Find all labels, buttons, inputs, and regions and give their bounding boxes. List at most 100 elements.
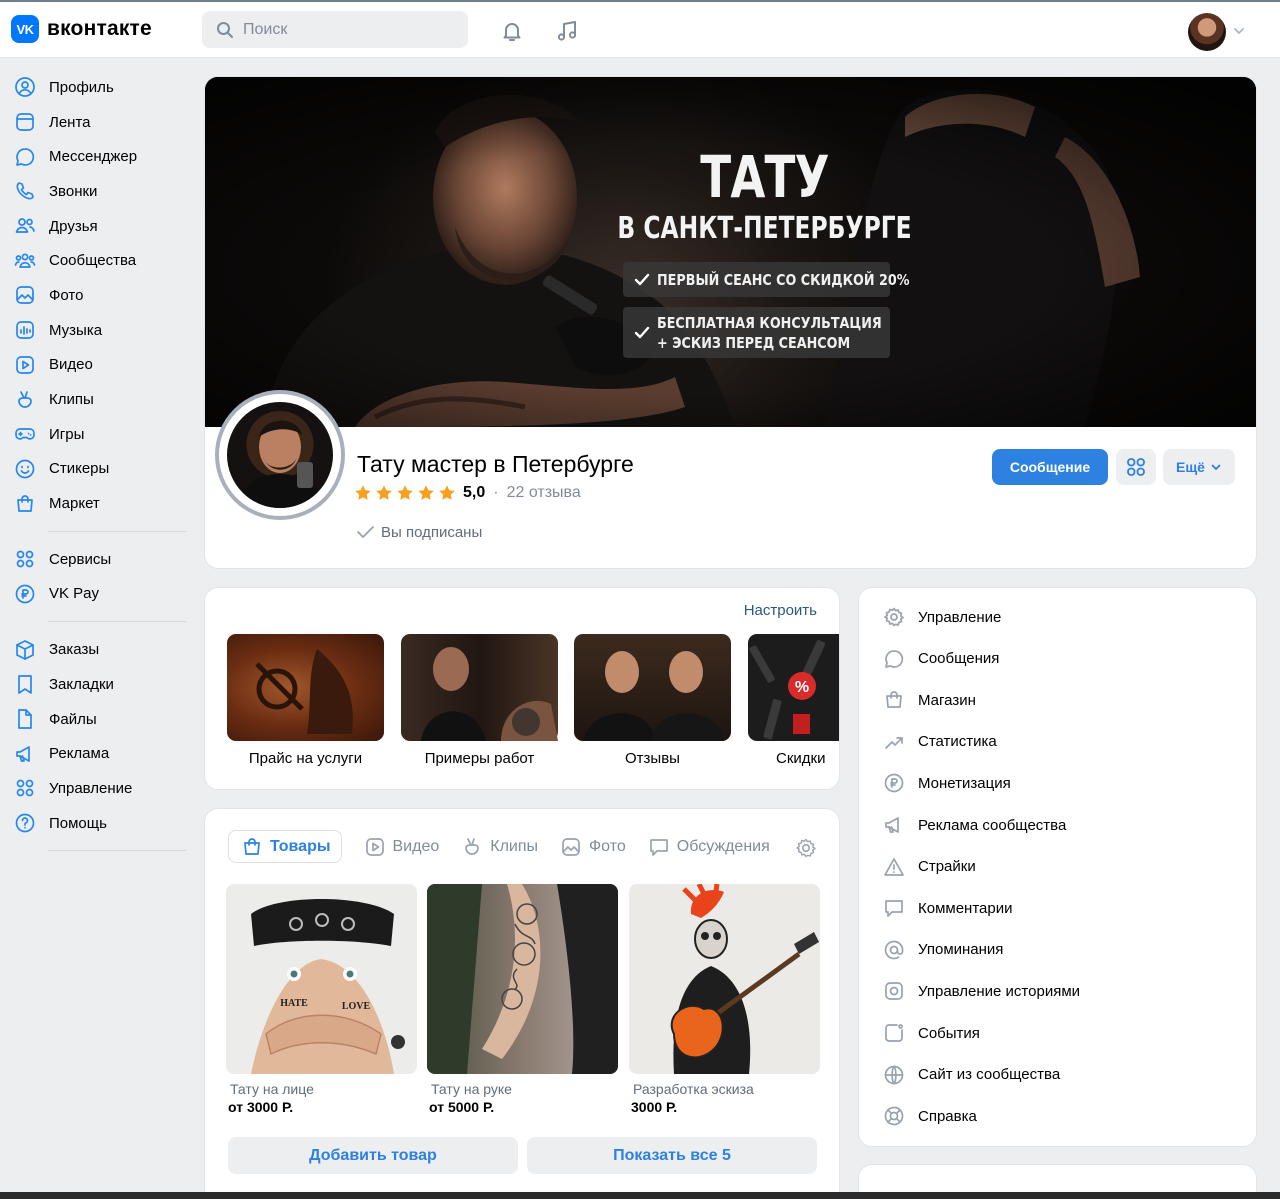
menu-item-globe[interactable]: Сайт из сообщества xyxy=(883,1063,1060,1087)
sidebar-item-games[interactable]: Игры xyxy=(0,417,200,452)
tab-label: Видео xyxy=(392,837,440,855)
highlights-card: Настроить Прайс на услуги Примеры работ … xyxy=(204,587,840,790)
tab-photo[interactable]: Фото xyxy=(560,830,626,863)
search-input[interactable] xyxy=(243,20,443,39)
highlight-thumbnail: % xyxy=(748,634,839,741)
menu-item-shop[interactable]: Магазин xyxy=(883,688,976,712)
checkmark-icon xyxy=(634,273,650,285)
tab-video[interactable]: Видео xyxy=(364,830,440,863)
content-tabs: Товары Видео Клипы Фото Обсуждения xyxy=(228,830,770,863)
sidebar-item-services[interactable]: Сервисы xyxy=(0,542,200,577)
sidebar-item-label: Файлы xyxy=(49,710,97,728)
sidebar-item-bookmarks[interactable]: Закладки xyxy=(0,667,200,702)
sidebar-item-label: Сообщества xyxy=(49,252,137,270)
bell-icon xyxy=(503,23,521,41)
sidebar-item-stickers[interactable]: Стикеры xyxy=(0,452,200,487)
highlight-works[interactable]: Примеры работ xyxy=(401,634,558,767)
menu-item-label: События xyxy=(918,1024,980,1042)
menu-item-events[interactable]: События xyxy=(883,1021,980,1045)
menu-item-label: Сайт из сообщества xyxy=(918,1066,1061,1084)
highlight-reviews[interactable]: Отзывы xyxy=(574,634,731,767)
product-name: Разработка эскиза xyxy=(633,1081,754,1097)
tab-discussion[interactable]: Обсуждения xyxy=(648,830,770,863)
tab-clips[interactable]: Клипы xyxy=(461,830,538,863)
menu-item-comment[interactable]: Комментарии xyxy=(883,896,1012,920)
product-card-face[interactable]: HATE LOVE Тату на лице от 3000 Р. xyxy=(226,884,417,1115)
menu-item-message[interactable]: Сообщения xyxy=(883,647,999,671)
sidebar-item-communities[interactable]: Сообщества xyxy=(0,243,200,278)
highlight-price[interactable]: Прайс на услуги xyxy=(227,634,384,767)
product-card-arm[interactable]: Тату на руке от 5000 Р. xyxy=(427,884,618,1115)
sidebar-item-manage[interactable]: Управление xyxy=(0,771,200,806)
star-icon xyxy=(397,485,413,500)
sidebar-divider xyxy=(48,530,186,532)
highlight-thumbnail xyxy=(574,634,731,741)
vk-logo[interactable]: VK вконтакте xyxy=(11,15,152,43)
music-button[interactable] xyxy=(553,17,581,45)
sidebar-item-music[interactable]: Музыка xyxy=(0,313,200,348)
menu-item-megaphone[interactable]: Реклама сообщества xyxy=(883,813,1066,837)
message-button[interactable]: Сообщение xyxy=(992,449,1108,485)
notifications-button[interactable] xyxy=(498,17,526,45)
user-avatar[interactable] xyxy=(1188,13,1226,51)
apps-button[interactable] xyxy=(1116,449,1156,485)
community-header-card: ТАТУ В САНКТ-ПЕТЕРБУРГЕ ПЕРВЫЙ СЕАНС СО … xyxy=(204,76,1257,569)
product-price: 3000 Р. xyxy=(631,1099,678,1115)
video-icon xyxy=(16,355,34,374)
sidebar-item-ads[interactable]: Реклама xyxy=(0,736,200,771)
menu-item-ruble[interactable]: Монетизация xyxy=(883,771,1011,795)
menu-item-lifebuoy[interactable]: Справка xyxy=(883,1104,977,1128)
sidebar-item-messenger[interactable]: Мессенджер xyxy=(0,139,200,174)
cover-subtitle: В САНКТ-ПЕТЕРБУРГЕ xyxy=(617,211,912,246)
configure-link[interactable]: Настроить xyxy=(744,602,817,619)
sidebar-item-label: Сервисы xyxy=(49,550,112,568)
more-button[interactable]: Ещё xyxy=(1163,449,1235,485)
sidebar-item-photo[interactable]: Фото xyxy=(0,278,200,313)
subscription-status[interactable]: Вы подписаны xyxy=(355,522,482,542)
more-button-label: Ещё xyxy=(1176,459,1205,475)
menu-item-gear[interactable]: Управление xyxy=(883,605,1001,629)
sidebar-item-phone[interactable]: Звонки xyxy=(0,174,200,209)
cover-badge-discount: ПЕРВЫЙ СЕАНС СО СКИДКОЙ 20% xyxy=(623,262,910,297)
tab-label: Обсуждения xyxy=(676,837,770,855)
rating-separator: · xyxy=(493,484,499,501)
menu-item-stats[interactable]: Статистика xyxy=(883,730,997,754)
reviews-count-link[interactable]: 22 отзыва xyxy=(507,484,581,502)
add-product-button[interactable]: Добавить товар xyxy=(228,1137,518,1174)
star-icon xyxy=(439,485,455,500)
show-all-products-button[interactable]: Показать все 5 xyxy=(527,1137,817,1174)
warning-icon xyxy=(884,857,904,876)
chevron-down-icon[interactable] xyxy=(1232,24,1246,38)
community-avatar[interactable] xyxy=(215,390,345,520)
community-rating[interactable]: 5,0 · 22 отзыва xyxy=(354,484,581,502)
sidebar-item-market[interactable]: Маркет xyxy=(0,486,200,521)
product-price: от 5000 Р. xyxy=(429,1099,495,1115)
menu-item-stories[interactable]: Управление историями xyxy=(883,979,1080,1003)
sidebar-item-help[interactable]: Помощь xyxy=(0,806,200,841)
cover-badge-consult-line2: + ЭСКИЗ ПЕРЕД СЕАНСОМ xyxy=(657,333,851,352)
search-box[interactable] xyxy=(202,11,468,48)
gear-icon[interactable] xyxy=(795,837,817,859)
sidebar-item-files[interactable]: Файлы xyxy=(0,702,200,737)
product-name: Тату на лице xyxy=(230,1081,314,1097)
ruble-icon xyxy=(884,774,904,793)
sidebar-item-clips[interactable]: Клипы xyxy=(0,382,200,417)
sidebar-item-video[interactable]: Видео xyxy=(0,348,200,383)
sidebar-item-feed[interactable]: Лента xyxy=(0,105,200,140)
clips-icon xyxy=(465,837,480,855)
tab-label: Фото xyxy=(589,837,626,855)
hate-tattoo-text: HATE xyxy=(280,998,308,1009)
highlight-discounts[interactable]: % Скидки xyxy=(748,634,839,767)
menu-item-warning[interactable]: Страйки xyxy=(883,855,976,879)
sidebar-item-profile[interactable]: Профиль xyxy=(0,70,200,105)
tab-bag[interactable]: Товары xyxy=(228,830,342,863)
sidebar-item-orders[interactable]: Заказы xyxy=(0,632,200,667)
sidebar-item-friends[interactable]: Друзья xyxy=(0,209,200,244)
sidebar-item-label: Фото xyxy=(49,286,84,304)
sidebar-item-vkpay[interactable]: VK Pay xyxy=(0,577,200,612)
menu-item-label: Комментарии xyxy=(918,899,1013,917)
menu-item-at[interactable]: Упоминания xyxy=(883,938,1003,962)
menu-item-label: Управление историями xyxy=(918,982,1081,1000)
gear-icon xyxy=(884,607,904,627)
product-card-sketch[interactable]: Разработка эскиза 3000 Р. xyxy=(629,884,820,1115)
